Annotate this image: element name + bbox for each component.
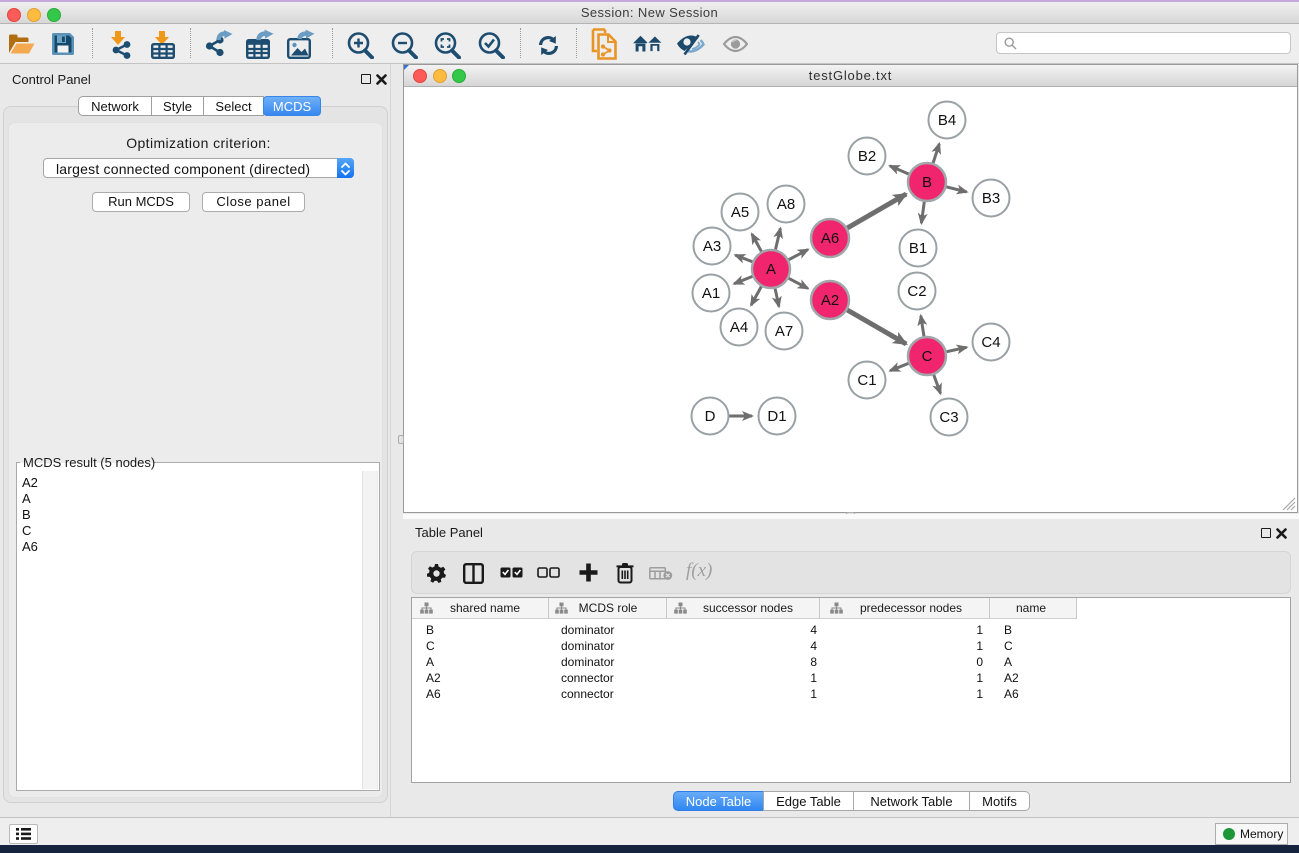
svg-text:C4: C4 (981, 334, 1000, 351)
svg-text:D: D (705, 408, 716, 425)
svg-text:A4: A4 (730, 319, 748, 336)
svg-text:B3: B3 (982, 190, 1000, 207)
svg-text:A1: A1 (702, 285, 720, 302)
svg-text:C: C (922, 348, 933, 365)
svg-text:B1: B1 (909, 240, 927, 257)
svg-text:A7: A7 (775, 323, 793, 340)
svg-text:B: B (922, 174, 932, 191)
svg-text:A8: A8 (777, 196, 795, 213)
svg-text:B4: B4 (938, 112, 956, 129)
svg-text:D1: D1 (767, 408, 786, 425)
svg-text:B2: B2 (858, 148, 876, 165)
svg-text:C3: C3 (939, 409, 958, 426)
svg-text:A2: A2 (821, 292, 839, 309)
svg-text:A6: A6 (821, 230, 839, 247)
svg-text:A3: A3 (703, 238, 721, 255)
svg-text:A5: A5 (731, 204, 749, 221)
svg-text:C1: C1 (857, 372, 876, 389)
svg-text:C2: C2 (907, 283, 926, 300)
svg-text:A: A (766, 261, 776, 278)
